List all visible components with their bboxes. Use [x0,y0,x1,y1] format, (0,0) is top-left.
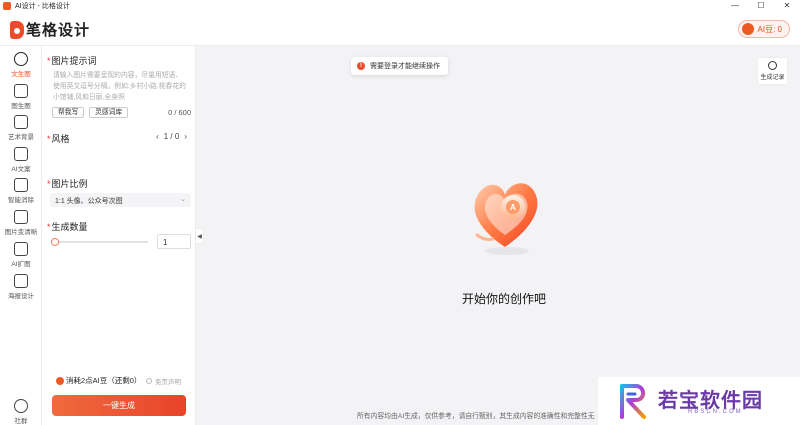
svg-text:A: A [510,203,516,212]
close-button[interactable]: ✕ [774,0,800,11]
generate-button[interactable]: 一键生成 [52,395,186,416]
inspiration-library-button[interactable]: 灵感词库 [89,107,129,118]
required-mark: * [47,134,51,144]
history-button[interactable]: 生成记录 [757,57,788,85]
prompt-section-title: *图片提示词 [47,54,97,67]
disclaimer-agree[interactable]: 免责声明 [146,376,181,386]
nav-item-community[interactable]: 社群 [0,399,42,425]
window-title: AI设计 - 比格设计 [15,2,70,10]
ratio-select[interactable]: 1:1 头像、公众号次图 ⌄ [50,193,191,207]
required-mark: * [47,222,51,232]
cost-label: 消耗2点AI豆（还剩0） [66,376,142,385]
ai-coins-label: AI豆: 0 [757,24,782,34]
nav-item-image-to-image[interactable]: 图生图 [0,84,42,110]
nav-item-label: AI文案 [11,166,31,173]
ai-coins-badge[interactable]: AI豆: 0 [737,20,790,38]
settings-panel: *图片提示词 请输入图片需要呈现的内容，尽量用短语、使用英文逗号分隔。例如:乡村… [42,46,196,425]
login-required-toast: ! 需要登录才能继续操作 [351,57,448,75]
agree-label: 免责声明 [155,379,181,386]
coin-icon [56,376,64,385]
pen-icon [14,274,28,288]
erase-icon [14,178,28,192]
style-section-title: *风格 [47,132,70,145]
nav-item-ai-copywriting[interactable]: AI文案 [0,147,42,173]
history-label: 生成记录 [760,75,785,81]
collapse-panel-handle[interactable]: ◀ [196,228,204,244]
app-icon [3,1,11,10]
app-header: 笔格设计 AI豆: 0 [0,11,800,46]
chat-bubble-icon [14,52,28,66]
ratio-title-text: 图片比例 [51,179,88,189]
count-slider-track[interactable] [54,241,148,243]
count-input[interactable]: 1 [157,234,191,249]
nav-item-art-background[interactable]: 艺术背景 [0,115,42,141]
nav-item-label: 文生图 [11,71,31,78]
ratio-selected-value: 1:1 头像、公众号次图 [55,198,123,205]
prompt-char-counter: 0 / 600 [168,108,191,117]
heart-illustration-icon: A [474,183,538,255]
count-section-title: *生成数量 [47,220,88,233]
document-ai-icon [14,147,28,161]
enhance-icon [14,210,28,224]
nav-item-text-to-image[interactable]: 文生图 [0,52,42,78]
coin-icon [741,23,754,35]
window-controls: — ☐ ✕ [722,0,800,11]
help-write-button[interactable]: 帮我写 [52,107,85,118]
style-title-text: 风格 [51,134,70,144]
chevron-left-icon: ◀ [197,233,202,240]
nav-item-label: 智能消除 [8,197,34,204]
nav-item-smart-erase[interactable]: 智能消除 [0,178,42,204]
community-chat-icon [14,399,28,413]
brand-logo[interactable]: 笔格设计 [10,19,90,40]
nav-item-image-enhance[interactable]: 图片变清晰 [0,210,42,236]
image-transform-icon [14,84,28,98]
prompt-placeholder: 请输入图片需要呈现的内容，尽量用短语、使用英文逗号分隔。例如:乡村小路,桃春花的… [53,72,186,101]
logo-mark-icon [10,20,24,39]
prompt-title-text: 图片提示词 [51,56,97,66]
expand-icon [14,242,28,256]
nav-item-label: 图片变清晰 [4,229,38,236]
count-title-text: 生成数量 [51,222,88,232]
toast-text: 需要登录才能继续操作 [370,63,440,70]
site-watermark: 若宝软件园 RBSCN.COM [598,377,800,425]
nav-item-label: 图生图 [11,103,31,110]
left-nav: 文生图 图生图 艺术背景 AI文案 智能消除 图片变清晰 AI扩图 海报设计 社… [0,46,42,425]
style-page-indicator: 1 / 0 [163,132,180,141]
nav-item-label: AI扩图 [11,261,31,268]
count-slider-handle[interactable] [51,238,59,246]
ratio-section-title: *图片比例 [47,177,88,190]
empty-state-title: 开始你的创作吧 [461,292,546,306]
nav-item-ai-expand[interactable]: AI扩图 [0,242,42,268]
minimize-button[interactable]: — [722,0,748,11]
watermark-logo-icon [620,384,646,419]
logo-text: 笔格设计 [26,22,91,39]
nav-item-label: 海报设计 [8,293,34,300]
alert-icon: ! [357,62,365,70]
cost-info: 消耗2点AI豆（还剩0） [56,375,141,386]
nav-item-label: 艺术背景 [8,134,34,141]
style-pager: ‹ 1 / 0 › [156,132,187,141]
chevron-right-icon[interactable]: › [184,132,187,141]
ai-disclaimer-text: 所有内容均由AI生成，仅供参考，请自行甄别，其生成内容的准确性和完整性无 [357,413,595,420]
chevron-down-icon: ⌄ [180,196,186,203]
nav-item-label: 社群 [14,418,28,425]
agree-radio[interactable] [146,378,152,384]
required-mark: * [47,56,51,66]
window-titlebar: AI设计 - 比格设计 — ☐ ✕ [0,0,800,11]
nav-item-poster-design[interactable]: 海报设计 [0,274,42,300]
maximize-button[interactable]: ☐ [748,0,774,11]
history-clock-icon [768,61,777,70]
watermark-subtitle: RBSCN.COM [688,409,743,415]
landscape-icon [14,115,28,129]
chevron-left-icon[interactable]: ‹ [156,132,159,141]
required-mark: * [47,179,51,189]
